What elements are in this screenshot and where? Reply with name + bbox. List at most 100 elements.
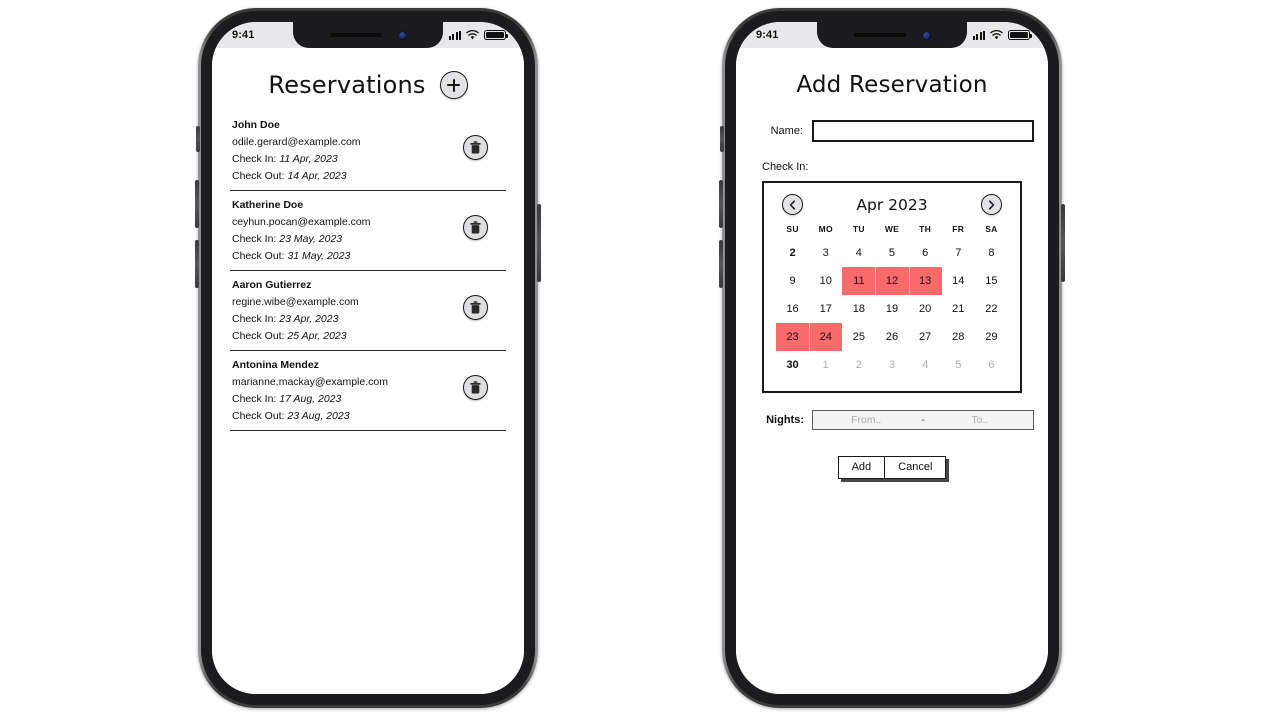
trash-icon bbox=[470, 301, 481, 314]
trash-icon bbox=[470, 141, 481, 154]
calendar-day-selected[interactable]: 11 bbox=[842, 267, 876, 295]
add-reservation-button[interactable] bbox=[439, 71, 468, 99]
silent-switch-button[interactable] bbox=[196, 126, 200, 152]
reservation-check-in: Check In: 23 Apr, 2023 bbox=[232, 311, 359, 328]
check-in-date: 23 Apr, 2023 bbox=[279, 313, 339, 325]
status-bar: 9:41 bbox=[212, 22, 524, 48]
calendar-day[interactable]: 16 bbox=[776, 295, 809, 323]
chevron-right-icon bbox=[988, 199, 995, 210]
trash-icon bbox=[470, 301, 481, 314]
name-input[interactable] bbox=[812, 120, 1034, 142]
calendar-day[interactable]: 26 bbox=[875, 323, 908, 351]
delete-reservation-button[interactable] bbox=[463, 215, 488, 240]
check-out-date: 23 Aug, 2023 bbox=[287, 410, 350, 422]
calendar-day[interactable]: 6 bbox=[909, 239, 942, 267]
calendar-day[interactable]: 19 bbox=[875, 295, 908, 323]
calendar-day[interactable]: 18 bbox=[842, 295, 875, 323]
notch bbox=[817, 22, 967, 48]
check-out-date: 14 Apr, 2023 bbox=[287, 170, 347, 182]
status-bar-indicators bbox=[972, 30, 1032, 40]
calendar-day-selected[interactable]: 24 bbox=[809, 323, 843, 351]
calendar-day: 1 bbox=[822, 359, 829, 371]
calendar-weekday: WE bbox=[884, 224, 900, 234]
phone-screen-reservations: 9:41 Reservations John Doe odile.gerard@… bbox=[212, 22, 524, 694]
calendar-day[interactable]: 20 bbox=[909, 295, 942, 323]
calendar-day[interactable]: 15 bbox=[975, 267, 1008, 295]
add-button[interactable]: Add bbox=[838, 457, 885, 478]
reservation-check-in: Check In: 11 Apr, 2023 bbox=[232, 151, 361, 168]
calendar-day[interactable]: 10 bbox=[809, 267, 842, 295]
nights-range-separator: - bbox=[921, 414, 925, 426]
reservations-content: Reservations John Doe odile.gerard@exampl… bbox=[212, 48, 524, 694]
calendar-day[interactable]: 29 bbox=[975, 323, 1008, 351]
nights-range-input[interactable]: From.. - To.. bbox=[812, 410, 1034, 430]
check-out-date: 31 May, 2023 bbox=[287, 250, 351, 262]
calendar-weekday: SU bbox=[786, 224, 799, 234]
power-button[interactable] bbox=[1061, 204, 1065, 282]
calendar-day[interactable]: 30 bbox=[776, 351, 809, 379]
cancel-button[interactable]: Cancel bbox=[884, 457, 946, 478]
status-bar-time: 9:41 bbox=[756, 29, 779, 41]
calendar-day[interactable]: 3 bbox=[809, 239, 842, 267]
reservation-item: Antonina Mendez marianne.mackay@example.c… bbox=[230, 351, 506, 431]
volume-down-button[interactable] bbox=[719, 240, 723, 288]
front-camera-icon bbox=[397, 30, 407, 40]
reservation-guest-name: Katherine Doe bbox=[232, 199, 304, 211]
calendar-day[interactable]: 4 bbox=[842, 239, 875, 267]
status-bar-indicators bbox=[448, 30, 508, 40]
calendar-day[interactable]: 25 bbox=[842, 323, 875, 351]
nights-field-label: Nights: bbox=[766, 414, 804, 426]
delete-reservation-button[interactable] bbox=[463, 375, 488, 400]
phone-screen-add-reservation: 9:41 Add Reservation Name: Check In: Apr… bbox=[736, 22, 1048, 694]
plus-icon bbox=[447, 78, 461, 92]
reservation-item: Aaron Gutierrez regine.wibe@example.com Ch… bbox=[230, 271, 506, 351]
calendar-day-selected[interactable]: 13 bbox=[908, 267, 942, 295]
calendar-day[interactable]: 8 bbox=[975, 239, 1008, 267]
earpiece-speaker-icon bbox=[853, 33, 906, 37]
check-in-date: 17 Aug, 2023 bbox=[279, 393, 342, 405]
calendar-weekday: TU bbox=[852, 224, 865, 234]
nights-to-input[interactable]: To.. bbox=[927, 414, 1033, 426]
calendar-weekday: TH bbox=[919, 224, 932, 234]
power-button[interactable] bbox=[537, 204, 541, 282]
page-title: Reservations bbox=[268, 71, 426, 99]
calendar-day[interactable]: 27 bbox=[909, 323, 942, 351]
trash-icon bbox=[470, 381, 481, 394]
volume-down-button[interactable] bbox=[195, 240, 199, 288]
reservation-guest-email: ceyhun.pocan@example.com bbox=[232, 216, 371, 228]
reservation-details: John Doe odile.gerard@example.com Check In… bbox=[230, 117, 361, 185]
calendar-day[interactable]: 28 bbox=[942, 323, 975, 351]
page-title: Add Reservation bbox=[796, 72, 988, 98]
volume-up-button[interactable] bbox=[719, 180, 723, 228]
nights-from-input[interactable]: From.. bbox=[813, 414, 919, 426]
silent-switch-button[interactable] bbox=[720, 126, 724, 152]
calendar-day[interactable]: 22 bbox=[975, 295, 1008, 323]
reservation-guest-name: Aaron Gutierrez bbox=[232, 279, 312, 291]
calendar-day[interactable]: 7 bbox=[942, 239, 975, 267]
next-month-button[interactable] bbox=[981, 194, 1002, 215]
delete-reservation-button[interactable] bbox=[463, 135, 488, 160]
calendar-day[interactable]: 14 bbox=[942, 267, 975, 295]
reservation-guest-name: Antonina Mendez bbox=[232, 359, 319, 371]
delete-reservation-button[interactable] bbox=[463, 295, 488, 320]
calendar-day: 6 bbox=[988, 359, 995, 371]
calendar-day[interactable]: 2 bbox=[776, 239, 809, 267]
previous-month-button[interactable] bbox=[782, 194, 803, 215]
battery-icon bbox=[484, 30, 508, 40]
volume-up-button[interactable] bbox=[195, 180, 199, 228]
calendar-day[interactable]: 21 bbox=[942, 295, 975, 323]
calendar-day[interactable]: 9 bbox=[776, 267, 809, 295]
calendar-day[interactable]: 5 bbox=[875, 239, 908, 267]
calendar-day-selected[interactable]: 23 bbox=[776, 323, 810, 351]
phone-add-reservation: 9:41 Add Reservation Name: Check In: Apr… bbox=[719, 8, 1065, 708]
chevron-left-icon bbox=[789, 199, 796, 210]
battery-icon bbox=[1008, 30, 1032, 40]
status-bar: 9:41 bbox=[736, 22, 1048, 48]
calendar-day-selected[interactable]: 12 bbox=[875, 267, 909, 295]
calendar-day[interactable]: 17 bbox=[809, 295, 842, 323]
check-out-label: Check Out: bbox=[232, 330, 285, 342]
trash-icon bbox=[470, 221, 481, 234]
calendar-month-label: Apr 2023 bbox=[856, 195, 928, 214]
trash-icon bbox=[470, 381, 481, 394]
nights-field-row: Nights: From.. - To.. bbox=[736, 410, 1048, 430]
